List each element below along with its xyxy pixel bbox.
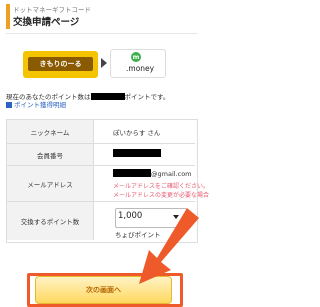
row-divider	[7, 165, 195, 166]
points-history-link-label: ポイント獲得明細	[14, 101, 66, 109]
points-history-link[interactable]: ポイント獲得明細	[6, 99, 66, 109]
email-label: メールアドレス	[27, 181, 73, 189]
points-suffix: ポイントです。	[124, 93, 170, 101]
nickname-label: ニックネーム	[30, 129, 70, 137]
email-confirm-note: メールアドレスをご確認ください。	[113, 183, 210, 190]
page-title: 交換申請ページ	[13, 17, 80, 28]
arrow-right-icon	[101, 58, 107, 68]
header-divider	[6, 33, 198, 34]
source-brand-logo-text: きもりのーる	[28, 57, 93, 71]
email-domain: @gmail.com	[151, 170, 192, 178]
email-change-note: メールアドレスの変更が必要な場合	[113, 192, 210, 199]
exchange-points-label: 交換するポイント数	[20, 218, 80, 226]
money-logo-text: .money	[126, 64, 155, 73]
member-number-label: 会員番号	[37, 152, 63, 160]
header-subtitle: ドットマネーギフトコード	[13, 6, 91, 14]
redacted-points	[90, 93, 125, 100]
header-accent-bar	[6, 4, 10, 29]
redacted-email-user	[113, 169, 151, 177]
row-divider	[7, 143, 195, 144]
link-arrow-icon	[6, 102, 12, 108]
column-divider	[93, 120, 94, 240]
nickname-value: ぽいからす さん	[113, 129, 161, 137]
callout-arrow-icon	[139, 208, 199, 284]
money-logo-mark-icon: m	[131, 52, 141, 62]
redacted-member-number	[113, 149, 161, 157]
